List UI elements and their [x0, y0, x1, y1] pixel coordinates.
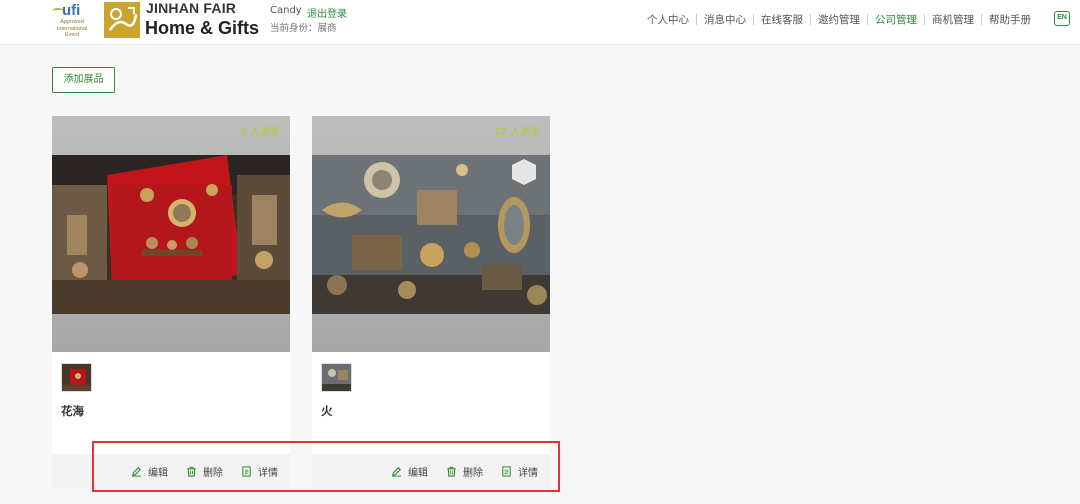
edit-button[interactable]: 编辑 — [391, 464, 428, 479]
product-photo — [52, 155, 290, 314]
jinhan-logo-icon — [104, 2, 140, 38]
top-nav: 个人中心 消息中心 在线客服 邀约管理 公司管理 商机管理 帮助手册 — [640, 12, 1038, 27]
delete-button[interactable]: 删除 — [186, 464, 223, 479]
detail-button[interactable]: 详情 — [501, 464, 538, 479]
product-actions: 编辑 删除 详情 — [52, 454, 290, 488]
pencil-icon — [131, 466, 142, 477]
delete-button[interactable]: 删除 — [446, 464, 483, 479]
edit-button[interactable]: 编辑 — [131, 464, 168, 479]
view-count: 0 人浏览 — [240, 127, 280, 138]
view-count: 12 人浏览 — [494, 127, 540, 138]
add-product-button[interactable]: 添加展品 — [52, 67, 115, 93]
nav-company-management[interactable]: 公司管理 — [868, 12, 924, 27]
nav-online-service[interactable]: 在线客服 — [754, 12, 810, 27]
nav-invitation-management[interactable]: 邀约管理 — [811, 12, 867, 27]
ufi-wordmark: ufi — [62, 2, 81, 19]
ufi-logo: ufi Approved International Event — [52, 2, 92, 40]
current-role: 当前身份：展商 — [270, 23, 337, 34]
language-toggle-button[interactable]: EN — [1054, 11, 1070, 26]
document-icon — [502, 465, 511, 477]
nav-message-center[interactable]: 消息中心 — [697, 12, 753, 27]
product-name: 花海 — [61, 404, 84, 418]
product-name: 火 — [321, 404, 333, 418]
nav-personal-center[interactable]: 个人中心 — [640, 12, 696, 27]
nav-help-manual[interactable]: 帮助手册 — [982, 12, 1038, 27]
product-card: 12 人浏览 火 编辑 删除 详情 — [312, 116, 550, 488]
document-icon — [242, 465, 251, 477]
product-card: 0 人浏览 花海 编辑 删除 详情 — [52, 116, 290, 488]
ufi-subtitle: Approved International Event — [56, 19, 88, 38]
brand-title: JINHAN FAIR — [146, 0, 237, 16]
nav-business-management[interactable]: 商机管理 — [925, 12, 981, 27]
product-photo — [312, 155, 550, 314]
pencil-icon — [391, 466, 402, 477]
trash-icon — [187, 466, 196, 477]
product-image-area[interactable]: 12 人浏览 — [312, 116, 550, 352]
edit-label: 编辑 — [408, 467, 428, 479]
detail-label: 详情 — [518, 467, 538, 479]
detail-label: 详情 — [258, 467, 278, 479]
product-thumbnail[interactable] — [61, 363, 92, 392]
product-image-area[interactable]: 0 人浏览 — [52, 116, 290, 352]
user-name: Candy — [270, 5, 302, 16]
product-thumbnail[interactable] — [321, 363, 352, 392]
brand-subtitle: Home & Gifts — [145, 18, 260, 38]
logout-link[interactable]: 退出登录 — [307, 5, 347, 20]
top-header: ufi Approved International Event JINHAN … — [0, 0, 1080, 45]
product-actions: 编辑 删除 详情 — [312, 454, 550, 488]
detail-button[interactable]: 详情 — [241, 464, 278, 479]
delete-label: 删除 — [463, 467, 483, 479]
trash-icon — [447, 466, 456, 477]
edit-label: 编辑 — [148, 467, 168, 479]
delete-label: 删除 — [203, 467, 223, 479]
